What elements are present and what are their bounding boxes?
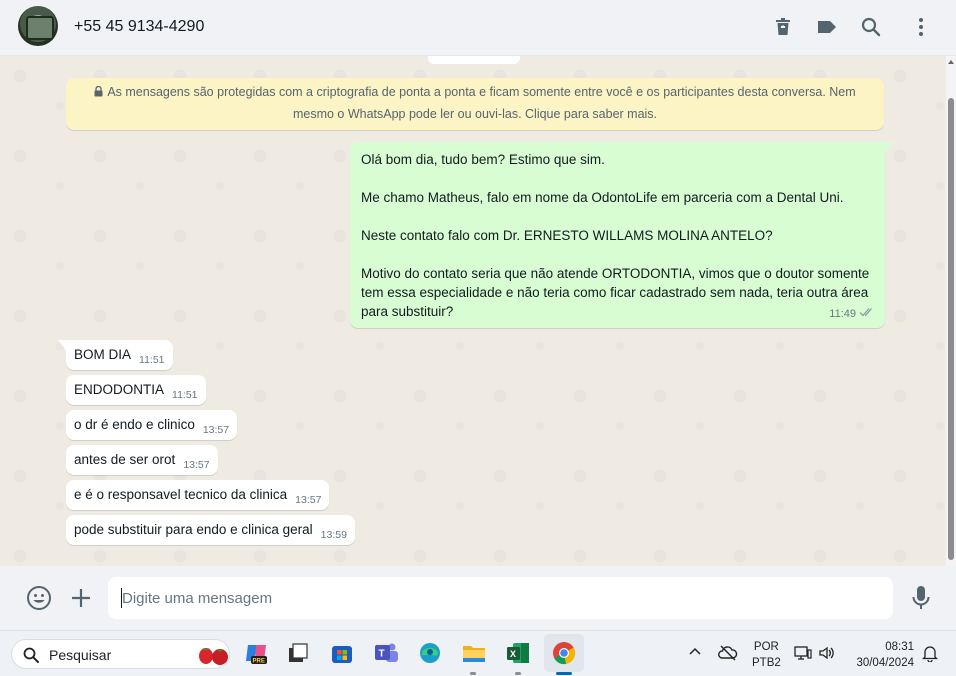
keyboard-layout: PTB2 [752,657,781,669]
network-icon[interactable] [794,645,812,666]
language-code: POR [753,641,779,653]
svg-text:T: T [379,649,385,660]
teams-icon[interactable]: T [372,639,400,667]
emoji-icon[interactable] [26,585,52,611]
chrome-icon[interactable] [550,639,578,667]
incoming-message[interactable]: o dr é endo e clinico 13:57 [66,410,238,440]
message-text: antes de ser orot [74,452,176,467]
windows-taskbar: Pesquisar PRE T X POR PTB2 08:31 30/04/2… [0,630,956,676]
more-vertical-icon[interactable] [908,14,934,40]
text-caret [121,588,122,608]
outgoing-message[interactable]: Olá bom dia, tudo bem? Estimo que sim. M… [350,142,893,328]
clock-date: 30/04/2024 [856,657,914,669]
message-time: 11:49 [829,308,856,320]
message-time: 13:57 [183,459,210,471]
onedrive-offline-icon[interactable] [718,645,738,666]
contact-avatar[interactable] [18,6,58,46]
outgoing-message-text: Olá bom dia, tudo bem? Estimo que sim. M… [361,152,870,319]
strawberries-icon [196,644,232,671]
file-explorer-icon[interactable] [460,639,488,667]
message-time: 11:51 [172,389,198,401]
active-indicator [556,672,572,675]
incoming-message[interactable]: pode substituir para endo e clinica gera… [66,515,355,545]
message-time: 13:59 [320,529,347,541]
message-time: 11:51 [139,354,165,366]
running-indicator [470,672,476,675]
message-input[interactable] [108,577,893,619]
label-icon[interactable] [814,14,840,40]
message-text: pode substituir para endo e clinica gera… [74,522,313,537]
chat-header: +55 45 9134-4290 [0,0,956,56]
incoming-message[interactable]: antes de ser orot 13:57 [66,445,218,475]
message-composer [0,566,956,630]
message-meta: 11:49 [829,305,875,324]
svg-text:X: X [510,649,516,659]
incoming-message[interactable]: BOM DIA 11:51 [58,340,173,370]
lock-icon [94,83,103,104]
microphone-icon[interactable] [909,584,933,612]
task-view-icon[interactable] [284,639,312,667]
conversation-panel: As mensagens são protegidas com a cripto… [0,56,946,566]
taskbar-search-label: Pesquisar [49,647,112,663]
attach-plus-icon[interactable] [68,585,94,611]
excel-icon[interactable]: X [504,639,532,667]
scroll-up-arrow-icon[interactable] [948,60,954,64]
microsoft-store-icon[interactable] [328,639,356,667]
message-text: BOM DIA [74,347,132,362]
message-time: 13:57 [202,424,230,436]
taskbar-search[interactable]: Pesquisar [11,639,230,669]
encryption-notice[interactable]: As mensagens são protegidas com a cripto… [66,78,884,130]
delete-icon[interactable] [770,14,796,40]
double-check-icon [859,305,875,324]
system-clock[interactable]: 08:31 30/04/2024 [852,639,914,671]
clock-time: 08:31 [885,641,914,653]
search-icon[interactable] [858,14,884,40]
svg-text:PRE: PRE [253,659,265,665]
encryption-notice-text: As mensagens são protegidas com a cripto… [107,85,856,121]
copilot-icon[interactable]: PRE [242,639,270,667]
volume-icon[interactable] [818,645,836,666]
contact-name[interactable]: +55 45 9134-4290 [74,18,204,36]
message-text: e é o responsavel tecnico da clinica [74,487,288,502]
search-icon [23,647,39,668]
scrollbar-thumb[interactable] [948,98,954,560]
incoming-message[interactable]: ENDODONTIA 11:51 [66,375,206,405]
message-time: 13:57 [295,494,322,506]
running-indicator [515,672,521,675]
message-text: ENDODONTIA [74,382,165,397]
chevron-up-icon[interactable] [688,645,702,664]
incoming-message[interactable]: e é o responsavel tecnico da clinica 13:5… [66,480,330,510]
notification-bell-icon[interactable] [921,645,939,667]
input-language[interactable]: POR PTB2 [752,639,781,671]
date-chip [428,56,520,64]
message-text: o dr é endo e clinico [74,417,195,432]
edge-icon[interactable] [416,639,444,667]
